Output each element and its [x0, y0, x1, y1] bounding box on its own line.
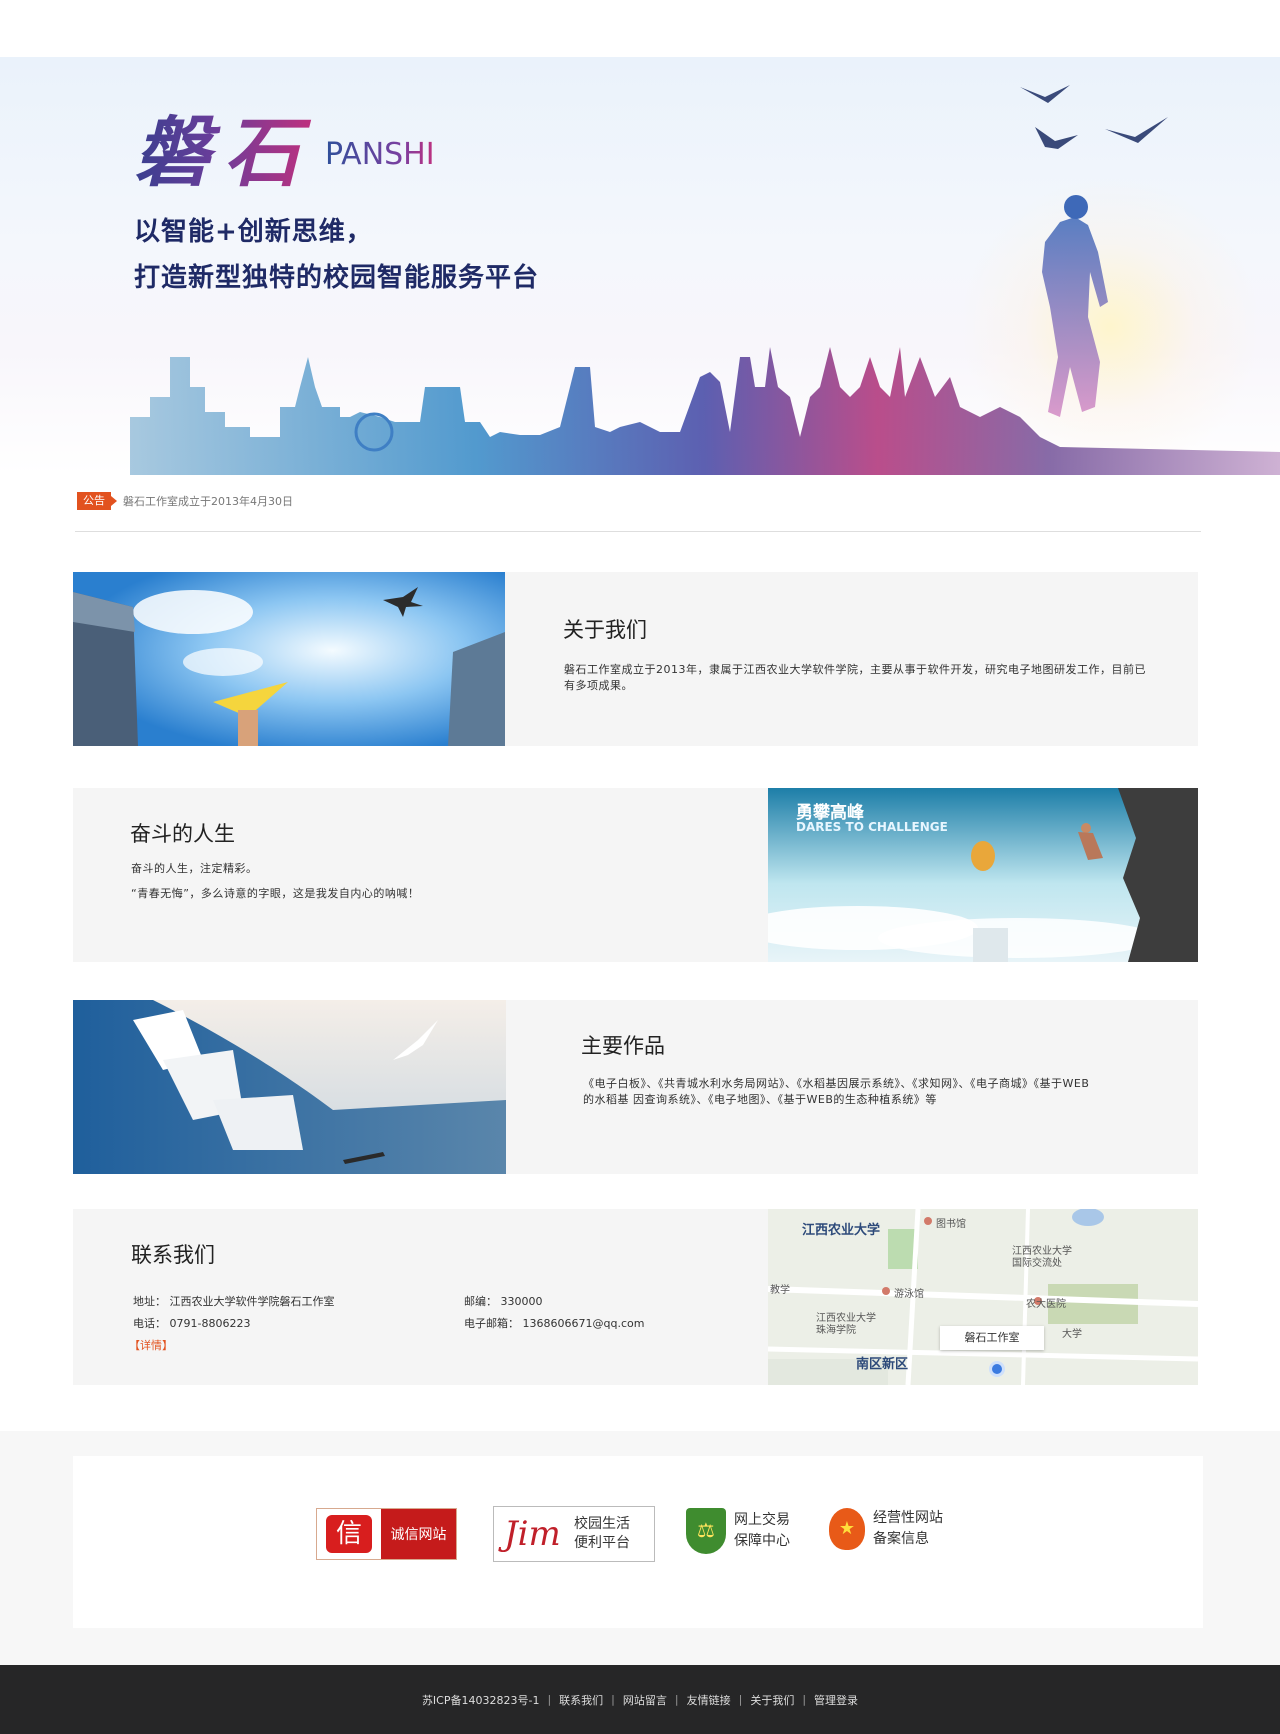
contact-email: 电子邮箱： 1368606671@qq.com — [464, 1315, 644, 1331]
jim-line2: 便利平台 — [574, 1535, 630, 1551]
jim-logo: Jim — [504, 1514, 561, 1554]
email-label: 电子邮箱： — [464, 1317, 519, 1330]
jyx-line1: 经营性网站 — [873, 1510, 943, 1526]
footer-link-admin-login[interactable]: 管理登录 — [814, 1692, 858, 1708]
map-label-jiao: 教学 — [770, 1285, 790, 1296]
jim-campus-badge[interactable]: Jim 校园生活 便利平台 — [493, 1506, 655, 1562]
about-panel: 关于我们 磐石工作室成立于2013年，隶属于江西农业大学软件学院，主要从事于软件… — [73, 572, 1198, 746]
contact-postcode: 邮编： 330000 — [464, 1293, 543, 1309]
email-value: 1368606671@qq.com — [522, 1317, 645, 1330]
chengxin-seal-icon: 信 — [326, 1515, 372, 1553]
map-label-library: 图书馆 — [936, 1219, 966, 1230]
footer-separator: | — [547, 1693, 552, 1706]
life-title: 奋斗的人生 — [130, 822, 235, 846]
map-label-xue: 大学 — [1062, 1329, 1082, 1340]
footer-separator: | — [674, 1693, 679, 1706]
jyx-line2: 备案信息 — [873, 1531, 929, 1547]
contact-title: 联系我们 — [131, 1243, 215, 1267]
icp-record: 苏ICP备14032823号-1 — [421, 1693, 540, 1707]
climbing-challenge-image: 勇攀高峰 DARES TO CHALLENGE — [768, 788, 1198, 962]
trade-protection-badge[interactable]: ⚖ 网上交易 保障中心 — [686, 1508, 790, 1554]
contact-address: 地址： 江西农业大学软件学院磐石工作室 — [133, 1293, 335, 1309]
map-pin-icon[interactable] — [989, 1361, 1005, 1377]
works-title: 主要作品 — [581, 1034, 665, 1058]
address-label: 地址： — [133, 1295, 166, 1308]
map-label-intl2: 国际交流处 — [1012, 1258, 1062, 1269]
footer-separator: | — [611, 1693, 615, 1706]
address-value: 江西农业大学软件学院磐石工作室 — [169, 1295, 335, 1308]
map-label-south: 南区新区 — [856, 1357, 909, 1372]
site-footer: 苏ICP备14032823号-1 | 联系我们 | 网站留言 | 友情链接 | … — [0, 1665, 1280, 1734]
section-divider — [75, 531, 1201, 532]
announcement-bar: 公告 磐石工作室成立于2013年4月30日 — [77, 492, 293, 510]
wsjy-line1: 网上交易 — [734, 1512, 790, 1528]
brand-logo-english: PANSHI — [325, 137, 435, 172]
jim-line1: 校园生活 — [574, 1516, 630, 1532]
banner-slogan-line2: 打造新型独特的校园智能服务平台 — [134, 263, 540, 293]
trust-section: 信 诚信网站 Jim 校园生活 便利平台 ⚖ 网上交易 保障中心 ★ 经营性网站… — [0, 1431, 1280, 1665]
announcement-badge: 公告 — [77, 492, 117, 510]
scales-shield-icon: ⚖ — [686, 1508, 726, 1554]
map-marker-label[interactable]: 磐石工作室 — [940, 1326, 1044, 1350]
life-panel: 奋斗的人生 奋斗的人生，注定精彩。 “青春无悔”，多么诗意的字眼，这是我发自内心… — [73, 788, 1198, 962]
map-label-school2: 珠海学院 — [816, 1325, 856, 1336]
climb-image-subtitle: DARES TO CHALLENGE — [796, 820, 948, 834]
wsjy-line2: 保障中心 — [734, 1533, 790, 1549]
map-label-hospital: 农大医院 — [1026, 1299, 1066, 1310]
contact-panel: 联系我们 地址： 江西农业大学软件学院磐石工作室 电话： 0791-880622… — [73, 1209, 1198, 1385]
phone-value: 0791-8806223 — [169, 1317, 251, 1330]
announcement-text[interactable]: 磐石工作室成立于2013年4月30日 — [123, 493, 293, 509]
hero-banner: 磐石 PANSHI 以智能+创新思维， 打造新型独特的校园智能服务平台 — [0, 57, 1280, 475]
footer-link-contact[interactable]: 联系我们 — [559, 1692, 603, 1708]
footer-separator: | — [738, 1693, 743, 1706]
life-line2: “青春无悔”，多么诗意的字眼，这是我发自内心的呐喊！ — [131, 887, 420, 900]
map-label-campus: 江西农业大学 — [802, 1223, 881, 1238]
chengxin-badge[interactable]: 信 诚信网站 — [316, 1508, 457, 1560]
postcode-value: 330000 — [500, 1295, 543, 1308]
phone-label: 电话： — [133, 1317, 166, 1330]
contact-phone: 电话： 0791-8806223 — [133, 1315, 250, 1331]
works-panel: 主要作品 《电子白板》、《共青城水利水务局网站》、《水稻基因展示系统》、《求知网… — [73, 1000, 1198, 1174]
about-description: 磐石工作室成立于2013年，隶属于江西农业大学软件学院，主要从事于软件开发，研究… — [564, 663, 1146, 692]
chengxin-label: 诚信网站 — [381, 1509, 456, 1559]
footer-separator: | — [802, 1693, 807, 1706]
sailing-wave-image — [73, 1000, 506, 1174]
business-record-badge[interactable]: ★ 经营性网站 备案信息 — [829, 1508, 943, 1550]
brand-logo-chinese: 磐石 — [134, 91, 314, 201]
works-description-line1: 《电子白板》、《共青城水利水务局网站》、《水稻基因展示系统》、《求知网》、《电子… — [583, 1077, 1090, 1090]
paper-plane-sky-image — [73, 572, 505, 746]
trust-badges-box: 信 诚信网站 Jim 校园生活 便利平台 ⚖ 网上交易 保障中心 ★ 经营性网站… — [73, 1456, 1203, 1628]
location-map[interactable]: 江西农业大学 图书馆 江西农业大学 国际交流处 游泳馆 农大医院 江西农业大学 … — [768, 1209, 1198, 1385]
national-emblem-icon: ★ — [829, 1508, 865, 1550]
footer-link-friends[interactable]: 友情链接 — [687, 1692, 731, 1708]
footer-link-about[interactable]: 关于我们 — [750, 1692, 794, 1708]
works-description-line2: 的水稻基 因查询系统》、《电子地图》、《基于WEB的生态种植系统》等 — [583, 1093, 937, 1106]
banner-slogan-line1: 以智能+创新思维， — [134, 217, 373, 247]
postcode-label: 邮编： — [464, 1295, 497, 1308]
footer-link-message[interactable]: 网站留言 — [623, 1692, 667, 1708]
about-title: 关于我们 — [563, 618, 647, 642]
map-label-gym: 游泳馆 — [894, 1289, 924, 1300]
contact-detail-link[interactable]: 【详情】 — [129, 1337, 173, 1353]
life-line1: 奋斗的人生，注定精彩。 — [131, 862, 258, 875]
